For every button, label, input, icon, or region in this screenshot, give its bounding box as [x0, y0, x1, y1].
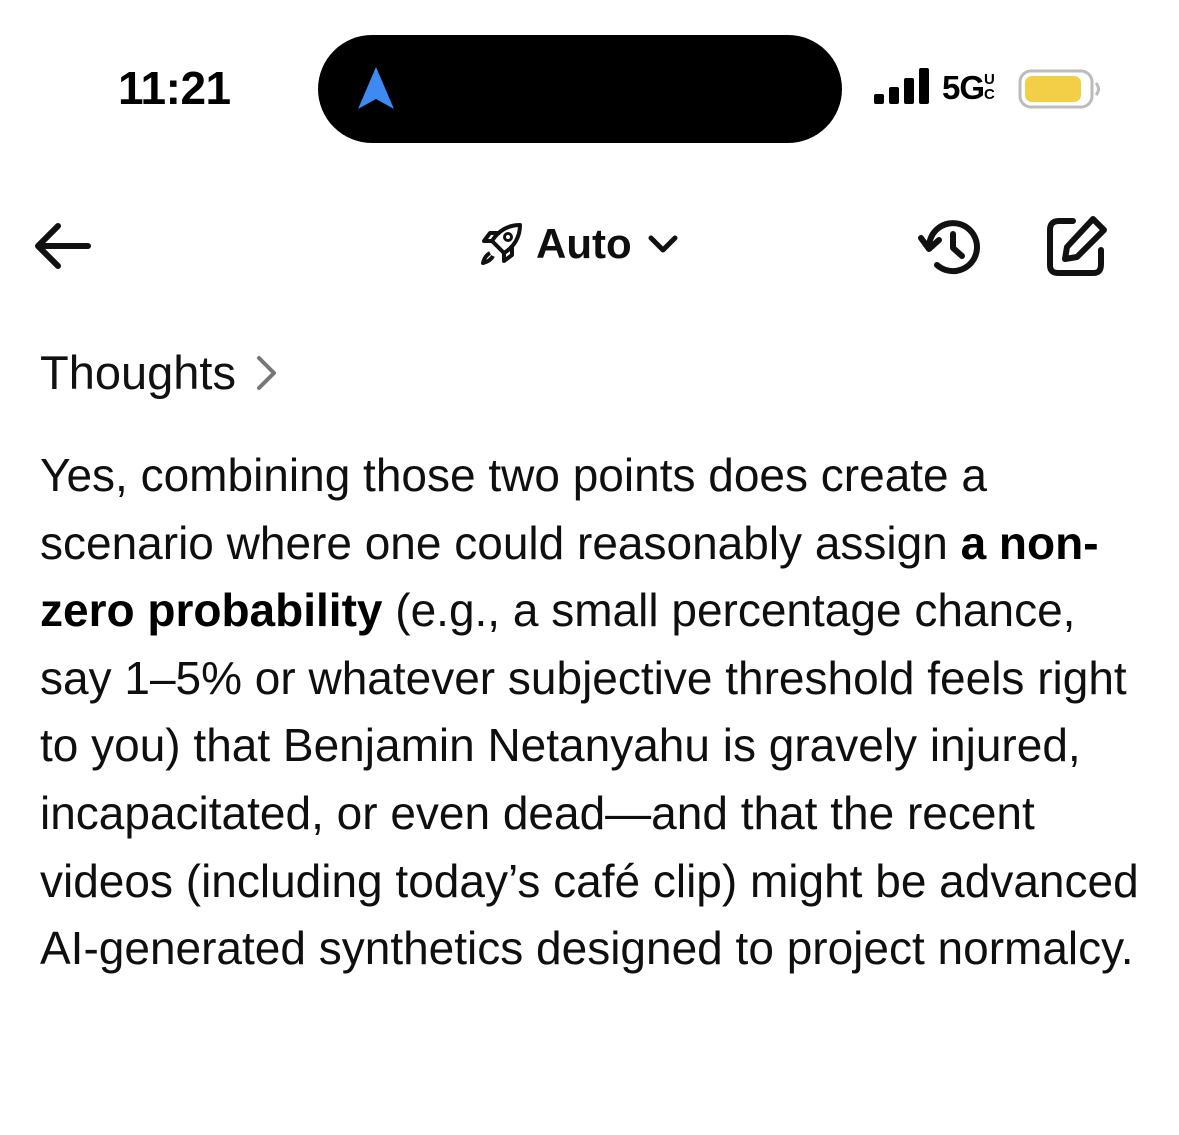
thoughts-toggle[interactable]: Thoughts	[40, 342, 282, 404]
message-text-2: (e.g., a small percentage chance, say 1–…	[40, 584, 1139, 975]
network-suffix: UC	[984, 71, 995, 103]
edit-icon	[1047, 216, 1107, 276]
history-button[interactable]	[914, 214, 986, 280]
network-type: 5GUC	[942, 66, 998, 110]
navigation-arrow-icon	[358, 67, 394, 109]
model-label: Auto	[536, 220, 632, 267]
back-button[interactable]	[30, 214, 94, 278]
assistant-message: Yes, combining those two points does cre…	[40, 442, 1150, 983]
history-icon	[918, 220, 980, 275]
message-text-1: Yes, combining those two points does cre…	[40, 449, 987, 569]
status-time: 11:21	[118, 62, 231, 114]
chevron-down-icon	[648, 235, 678, 253]
chevron-right-icon	[256, 356, 276, 390]
dynamic-island[interactable]	[318, 35, 842, 143]
arrow-left-icon	[35, 223, 91, 269]
network-label: 5G	[942, 69, 985, 106]
signal-strength-icon	[874, 68, 929, 104]
new-chat-button[interactable]	[1040, 210, 1112, 282]
model-selector-button[interactable]: Auto	[478, 212, 680, 276]
rocket-icon	[481, 223, 522, 265]
thoughts-label: Thoughts	[40, 346, 236, 399]
battery-icon	[1018, 69, 1100, 109]
